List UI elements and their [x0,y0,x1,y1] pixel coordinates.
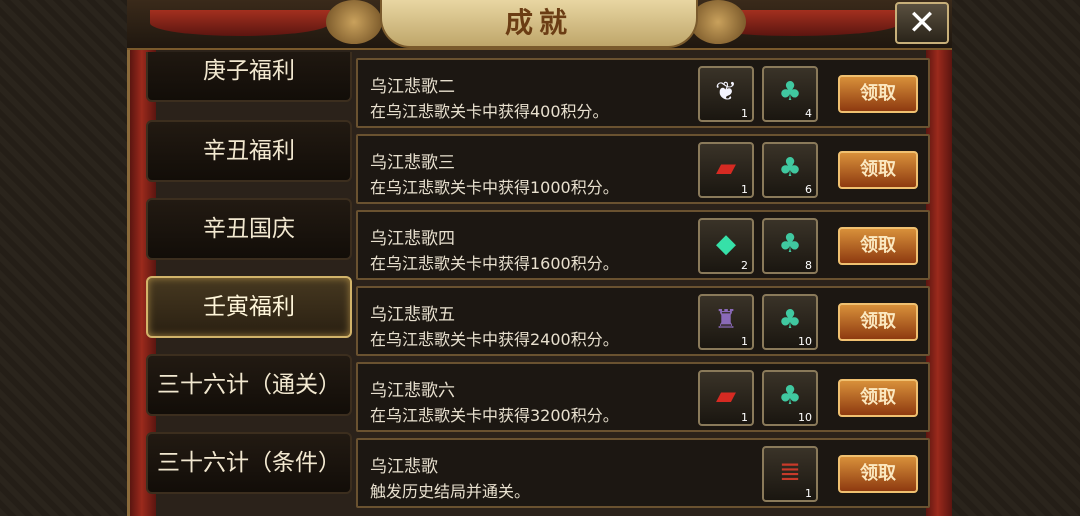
reward-slot[interactable]: ▰ 1 [698,142,754,198]
jade-pendant-icon: ♣ [778,381,802,411]
jade-pendant-icon: ♣ [778,153,802,183]
achievement-title: 乌江悲歌 [370,457,438,477]
tab-renyin-welfare[interactable]: 壬寅福利 [146,276,352,338]
achievement-title: 乌江悲歌五 [370,305,455,325]
achievement-row: 乌江悲歌 触发历史结局并通关。 ≣ 1 领取 [356,438,930,508]
reward-slot[interactable]: ♜ 1 [698,294,754,350]
right-background [952,0,1080,516]
ornament-left [326,0,382,44]
reward-slot[interactable]: ♣ 10 [762,370,818,426]
achievement-desc: 触发历史结局并通关。 [370,482,531,501]
red-book-icon: ▰ [716,381,736,411]
achievement-desc: 在乌江悲歌关卡中获得3200积分。 [370,406,619,425]
achievement-desc: 在乌江悲歌关卡中获得1000积分。 [370,178,619,197]
book-stack-icon: ≣ [779,457,801,487]
reward-count: 6 [805,183,812,196]
green-gem-icon: ◆ [716,229,736,259]
achievement-list: 乌江悲歌二 在乌江悲歌关卡中获得400积分。 ❦ 1 ♣ 4 领取 乌江悲歌三 … [356,52,930,516]
tab-gengzi-welfare[interactable]: 庚子福利 [146,52,352,102]
achievement-title: 乌江悲歌六 [370,381,455,401]
reward-slot[interactable]: ❦ 1 [698,66,754,122]
achievement-title: 乌江悲歌三 [370,153,455,173]
left-background [0,0,128,516]
armor-icon: ♜ [714,305,738,335]
jade-pendant-icon: ♣ [778,229,802,259]
reward-count: 10 [798,335,812,348]
tab-36-stratagems-clear[interactable]: 三十六计（通关） [146,354,352,416]
achievement-desc: 在乌江悲歌关卡中获得1600积分。 [370,254,619,273]
reward-count: 1 [741,183,748,196]
achievement-row: 乌江悲歌六 在乌江悲歌关卡中获得3200积分。 ▰ 1 ♣ 10 领取 [356,362,930,432]
claim-button[interactable]: 领取 [838,303,918,341]
tab-xinchou-welfare[interactable]: 辛丑福利 [146,120,352,182]
reward-count: 1 [741,107,748,120]
reward-count: 1 [741,411,748,424]
reward-slot[interactable]: ♣ 10 [762,294,818,350]
close-button[interactable]: ✕ [895,2,949,44]
claim-button[interactable]: 领取 [838,75,918,113]
wing-icon: ❦ [715,77,737,107]
reward-slot[interactable]: ▰ 1 [698,370,754,426]
reward-slot[interactable]: ♣ 6 [762,142,818,198]
tab-xinchou-national-day[interactable]: 辛丑国庆 [146,198,352,260]
jade-pendant-icon: ♣ [778,77,802,107]
reward-count: 8 [805,259,812,272]
tab-36-stratagems-condition[interactable]: 三十六计（条件） [146,432,352,494]
jade-pendant-icon: ♣ [778,305,802,335]
reward-count: 10 [798,411,812,424]
achievement-title: 乌江悲歌二 [370,77,455,97]
page-title: 成就 [504,6,573,39]
achievement-row: 乌江悲歌二 在乌江悲歌关卡中获得400积分。 ❦ 1 ♣ 4 领取 [356,58,930,128]
ornament-right [690,0,746,44]
title-plate: 成就 [380,0,698,48]
claim-button[interactable]: 领取 [838,455,918,493]
reward-slot[interactable]: ≣ 1 [762,446,818,502]
achievement-row: 乌江悲歌三 在乌江悲歌关卡中获得1000积分。 ▰ 1 ♣ 6 领取 [356,134,930,204]
achievement-desc: 在乌江悲歌关卡中获得400积分。 [370,102,609,121]
achievement-desc: 在乌江悲歌关卡中获得2400积分。 [370,330,619,349]
red-book-icon: ▰ [716,153,736,183]
claim-button[interactable]: 领取 [838,151,918,189]
achievement-row: 乌江悲歌四 在乌江悲歌关卡中获得1600积分。 ◆ 2 ♣ 8 领取 [356,210,930,280]
reward-count: 4 [805,107,812,120]
left-drape [150,10,330,36]
category-tabs: 庚子福利 辛丑福利 辛丑国庆 壬寅福利 三十六计（通关） 三十六计（条件） [146,52,352,516]
reward-count: 2 [741,259,748,272]
claim-button[interactable]: 领取 [838,227,918,265]
reward-slot[interactable]: ◆ 2 [698,218,754,274]
reward-count: 1 [805,487,812,500]
achievement-row: 乌江悲歌五 在乌江悲歌关卡中获得2400积分。 ♜ 1 ♣ 10 领取 [356,286,930,356]
reward-slot[interactable]: ♣ 8 [762,218,818,274]
achievement-title: 乌江悲歌四 [370,229,455,249]
reward-count: 1 [741,335,748,348]
reward-slot[interactable]: ♣ 4 [762,66,818,122]
claim-button[interactable]: 领取 [838,379,918,417]
